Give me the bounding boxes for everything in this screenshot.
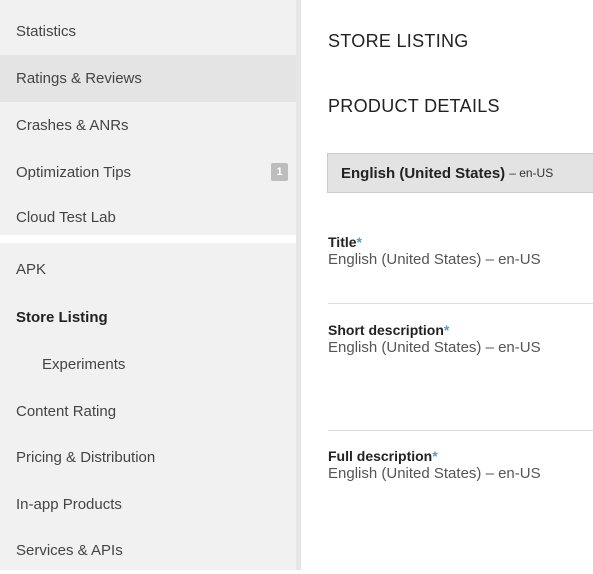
sidebar-divider xyxy=(296,0,301,570)
sidebar-item-label: Content Rating xyxy=(16,403,117,420)
sidebar-item-content-rating[interactable]: Content Rating xyxy=(0,388,296,435)
short-description-field-label: Short description* xyxy=(328,322,450,338)
sidebar-item-pricing-distribution[interactable]: Pricing & Distribution xyxy=(0,434,296,481)
sidebar-item-cloud-test-lab[interactable]: Cloud Test Lab xyxy=(0,194,296,241)
sidebar-item-label: In-app Products xyxy=(16,496,122,513)
sidebar-item-services-apis[interactable]: Services & APIs xyxy=(0,527,296,574)
sidebar-item-apk[interactable]: APK xyxy=(0,246,296,293)
sidebar-item-experiments[interactable]: Experiments xyxy=(0,341,296,388)
title-field-language: English (United States) – en-US xyxy=(328,251,541,268)
sidebar-item-crashes-anrs[interactable]: Crashes & ANRs xyxy=(0,102,296,149)
sidebar-item-label: Cloud Test Lab xyxy=(16,209,116,226)
sidebar-section-divider xyxy=(0,235,296,243)
sidebar-item-label: Statistics xyxy=(16,23,77,40)
required-marker: * xyxy=(356,234,362,250)
required-marker: * xyxy=(432,448,438,464)
sidebar-nav: Statistics Ratings & Reviews Crashes & A… xyxy=(0,0,296,570)
section-title: PRODUCT DETAILS xyxy=(328,96,500,116)
sidebar-item-statistics[interactable]: Statistics xyxy=(0,8,296,55)
sidebar-item-label: Services & APIs xyxy=(16,542,123,559)
language-tab-name: English (United States) xyxy=(341,164,506,182)
sidebar-item-label: Experiments xyxy=(42,356,126,373)
sidebar-item-label: Store Listing xyxy=(16,309,108,326)
field-divider xyxy=(328,430,593,431)
count-badge: 1 xyxy=(271,163,288,181)
field-divider xyxy=(328,303,593,304)
sidebar-item-ratings-reviews[interactable]: Ratings & Reviews xyxy=(0,55,296,102)
required-marker: * xyxy=(443,322,450,338)
language-tab-en-us[interactable]: English (United States) – en-US xyxy=(327,153,593,193)
sidebar-item-label: Crashes & ANRs xyxy=(16,117,129,134)
full-description-field-label: Full description* xyxy=(328,448,438,464)
language-tab-code: – en-US xyxy=(509,166,554,180)
short-description-field-language: English (United States) – en-US xyxy=(328,339,541,356)
title-field-label: Title* xyxy=(328,234,362,250)
sidebar-item-label: Pricing & Distribution xyxy=(16,449,156,466)
sidebar-item-label: APK xyxy=(16,261,47,278)
page-title: STORE LISTING xyxy=(328,31,469,51)
full-description-field-language: English (United States) – en-US xyxy=(328,465,541,482)
sidebar-item-in-app-products[interactable]: In-app Products xyxy=(0,481,296,528)
sidebar-item-label: Ratings & Reviews xyxy=(16,70,142,87)
sidebar-item-store-listing[interactable]: Store Listing xyxy=(0,294,296,341)
sidebar-item-label: Optimization Tips xyxy=(16,164,132,181)
sidebar-item-optimization-tips[interactable]: Optimization Tips 1 xyxy=(0,149,296,196)
